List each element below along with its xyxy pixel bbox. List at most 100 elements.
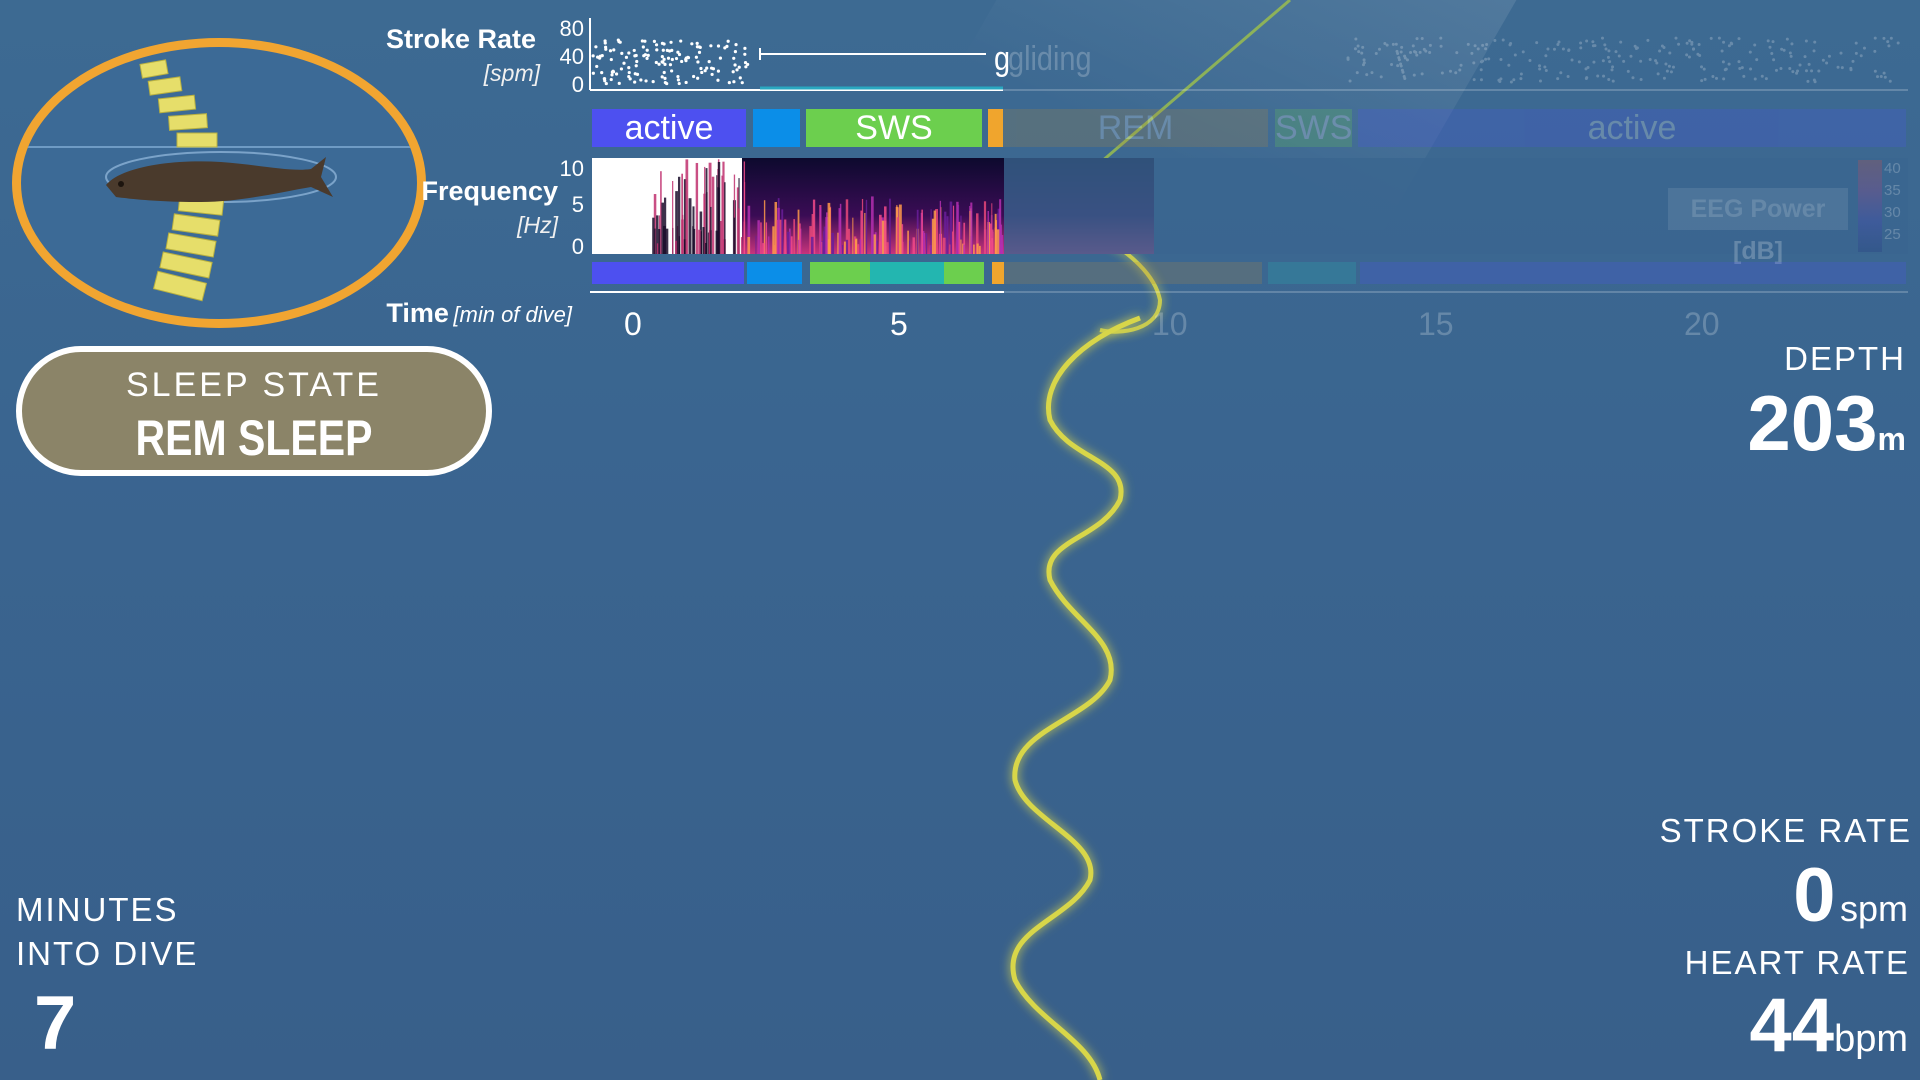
stroke-point-future <box>1552 47 1556 51</box>
stroke-point-future <box>1577 60 1581 64</box>
stroke-point <box>700 70 704 75</box>
stage-sws: SWS <box>806 109 982 147</box>
time-label: Time <box>386 298 449 328</box>
spectrogram-streak <box>960 239 962 254</box>
stroke-point <box>611 69 615 73</box>
stroke-point-future <box>1854 51 1858 55</box>
stroke-point <box>716 69 721 73</box>
stroke-point-future <box>1788 51 1792 55</box>
stroke-point-future <box>1715 76 1719 80</box>
stroke-point <box>676 78 680 82</box>
stroke-point-future <box>1428 43 1432 47</box>
stroke-point-future <box>1656 72 1660 76</box>
stroke-point-future <box>1479 68 1483 72</box>
stroke-point-future <box>1396 64 1400 68</box>
stage-strip-active <box>592 262 744 284</box>
heart-rate-readout: 44bpm <box>1750 982 1908 1069</box>
stroke-point-future <box>1804 69 1808 73</box>
frequency-label: Frequency <box>421 176 558 206</box>
spectrogram-streak <box>838 208 841 254</box>
eeg-power-ticks: 40 35 30 25 <box>1884 160 1901 243</box>
spectrogram-streak <box>675 240 677 254</box>
stroke-point <box>710 72 714 77</box>
stroke-point-future <box>1611 79 1615 83</box>
stroke-point <box>627 51 631 55</box>
spectrogram-streak <box>898 204 902 254</box>
stroke-point-future <box>1685 41 1689 45</box>
stroke-point-future <box>1360 51 1364 55</box>
stroke-point <box>698 45 702 50</box>
stroke-rate-readout: 0 spm <box>1793 852 1908 939</box>
stroke-point <box>733 63 737 67</box>
stroke-point-future <box>1795 71 1799 75</box>
stroke-point-future <box>1700 79 1704 83</box>
spectrogram-streak <box>976 243 979 254</box>
stroke-point-future <box>1608 60 1612 64</box>
stroke-point-future <box>1567 48 1571 52</box>
stroke-point-future <box>1700 65 1704 69</box>
stroke-point-future <box>1566 74 1570 78</box>
spectrogram-streak <box>757 220 760 254</box>
stroke-point <box>695 41 699 45</box>
stroke-point-future <box>1766 39 1770 43</box>
stroke-point <box>670 69 674 73</box>
stroke-point-future <box>1771 40 1775 44</box>
spectrogram-streak <box>916 209 919 254</box>
stroke-point-future <box>1538 79 1542 83</box>
stroke-point <box>699 66 703 71</box>
stroke-point-future <box>1607 77 1611 81</box>
stroke-point-future <box>1422 47 1426 51</box>
stroke-point-future <box>1374 51 1378 55</box>
stroke-point-future <box>1806 79 1810 83</box>
stroke-point-future <box>1723 68 1727 72</box>
stroke-point-future <box>1484 47 1488 51</box>
spectrogram-streak <box>705 168 708 254</box>
stroke-point-future <box>1606 55 1610 59</box>
spectrogram-streak <box>871 196 874 254</box>
spectrogram-streak <box>933 210 936 254</box>
stroke-point-future <box>1817 69 1821 73</box>
stroke-point <box>740 81 744 85</box>
stroke-point-future <box>1703 77 1707 81</box>
stroke-point <box>660 75 664 79</box>
spectrogram-streak <box>702 227 705 254</box>
stroke-point-future <box>1476 47 1480 51</box>
stroke-point-future <box>1346 56 1350 60</box>
stroke-point-future <box>1779 66 1783 70</box>
stroke-point <box>622 61 626 65</box>
stroke-point-future <box>1600 36 1604 40</box>
stroke-point-future <box>1753 77 1757 81</box>
stage-strip-rem-future <box>1004 262 1262 284</box>
stroke-point-future <box>1760 74 1764 78</box>
stroke-rate-plot <box>589 18 1908 91</box>
stroke-point <box>633 72 637 76</box>
spectrogram-streak <box>665 228 669 254</box>
spectrogram-streak <box>992 229 994 254</box>
stroke-point-future <box>1873 49 1877 53</box>
stroke-point <box>716 44 721 48</box>
seal-model-icon <box>21 59 417 302</box>
stroke-point-future <box>1748 50 1752 54</box>
stroke-point-future <box>1585 39 1589 43</box>
stroke-point-future <box>1677 42 1681 46</box>
spectrogram-streak <box>994 213 997 254</box>
spectrogram-streak <box>823 226 826 254</box>
stroke-point-future <box>1690 42 1694 46</box>
stroke-point-future <box>1807 62 1811 66</box>
stroke-point-future <box>1466 42 1470 46</box>
stroke-point <box>737 65 741 69</box>
stroke-point-future <box>1737 37 1741 41</box>
stroke-point-future <box>1721 60 1725 64</box>
stroke-point-future <box>1378 47 1382 51</box>
sleep-state-indicator: SLEEP STATE REM SLEEP <box>16 346 492 476</box>
stage-sws-2: SWS <box>1275 109 1353 147</box>
stroke-point-future <box>1543 65 1547 69</box>
spectrogram-streak <box>681 219 684 254</box>
stroke-point <box>660 54 664 59</box>
time-tick-15: 15 <box>1418 306 1454 342</box>
freq-tick-5: 5 <box>571 192 584 217</box>
stroke-point <box>603 41 607 45</box>
stroke-point <box>744 65 748 69</box>
stroke-point <box>654 43 659 47</box>
stroke-point-future <box>1415 37 1419 41</box>
